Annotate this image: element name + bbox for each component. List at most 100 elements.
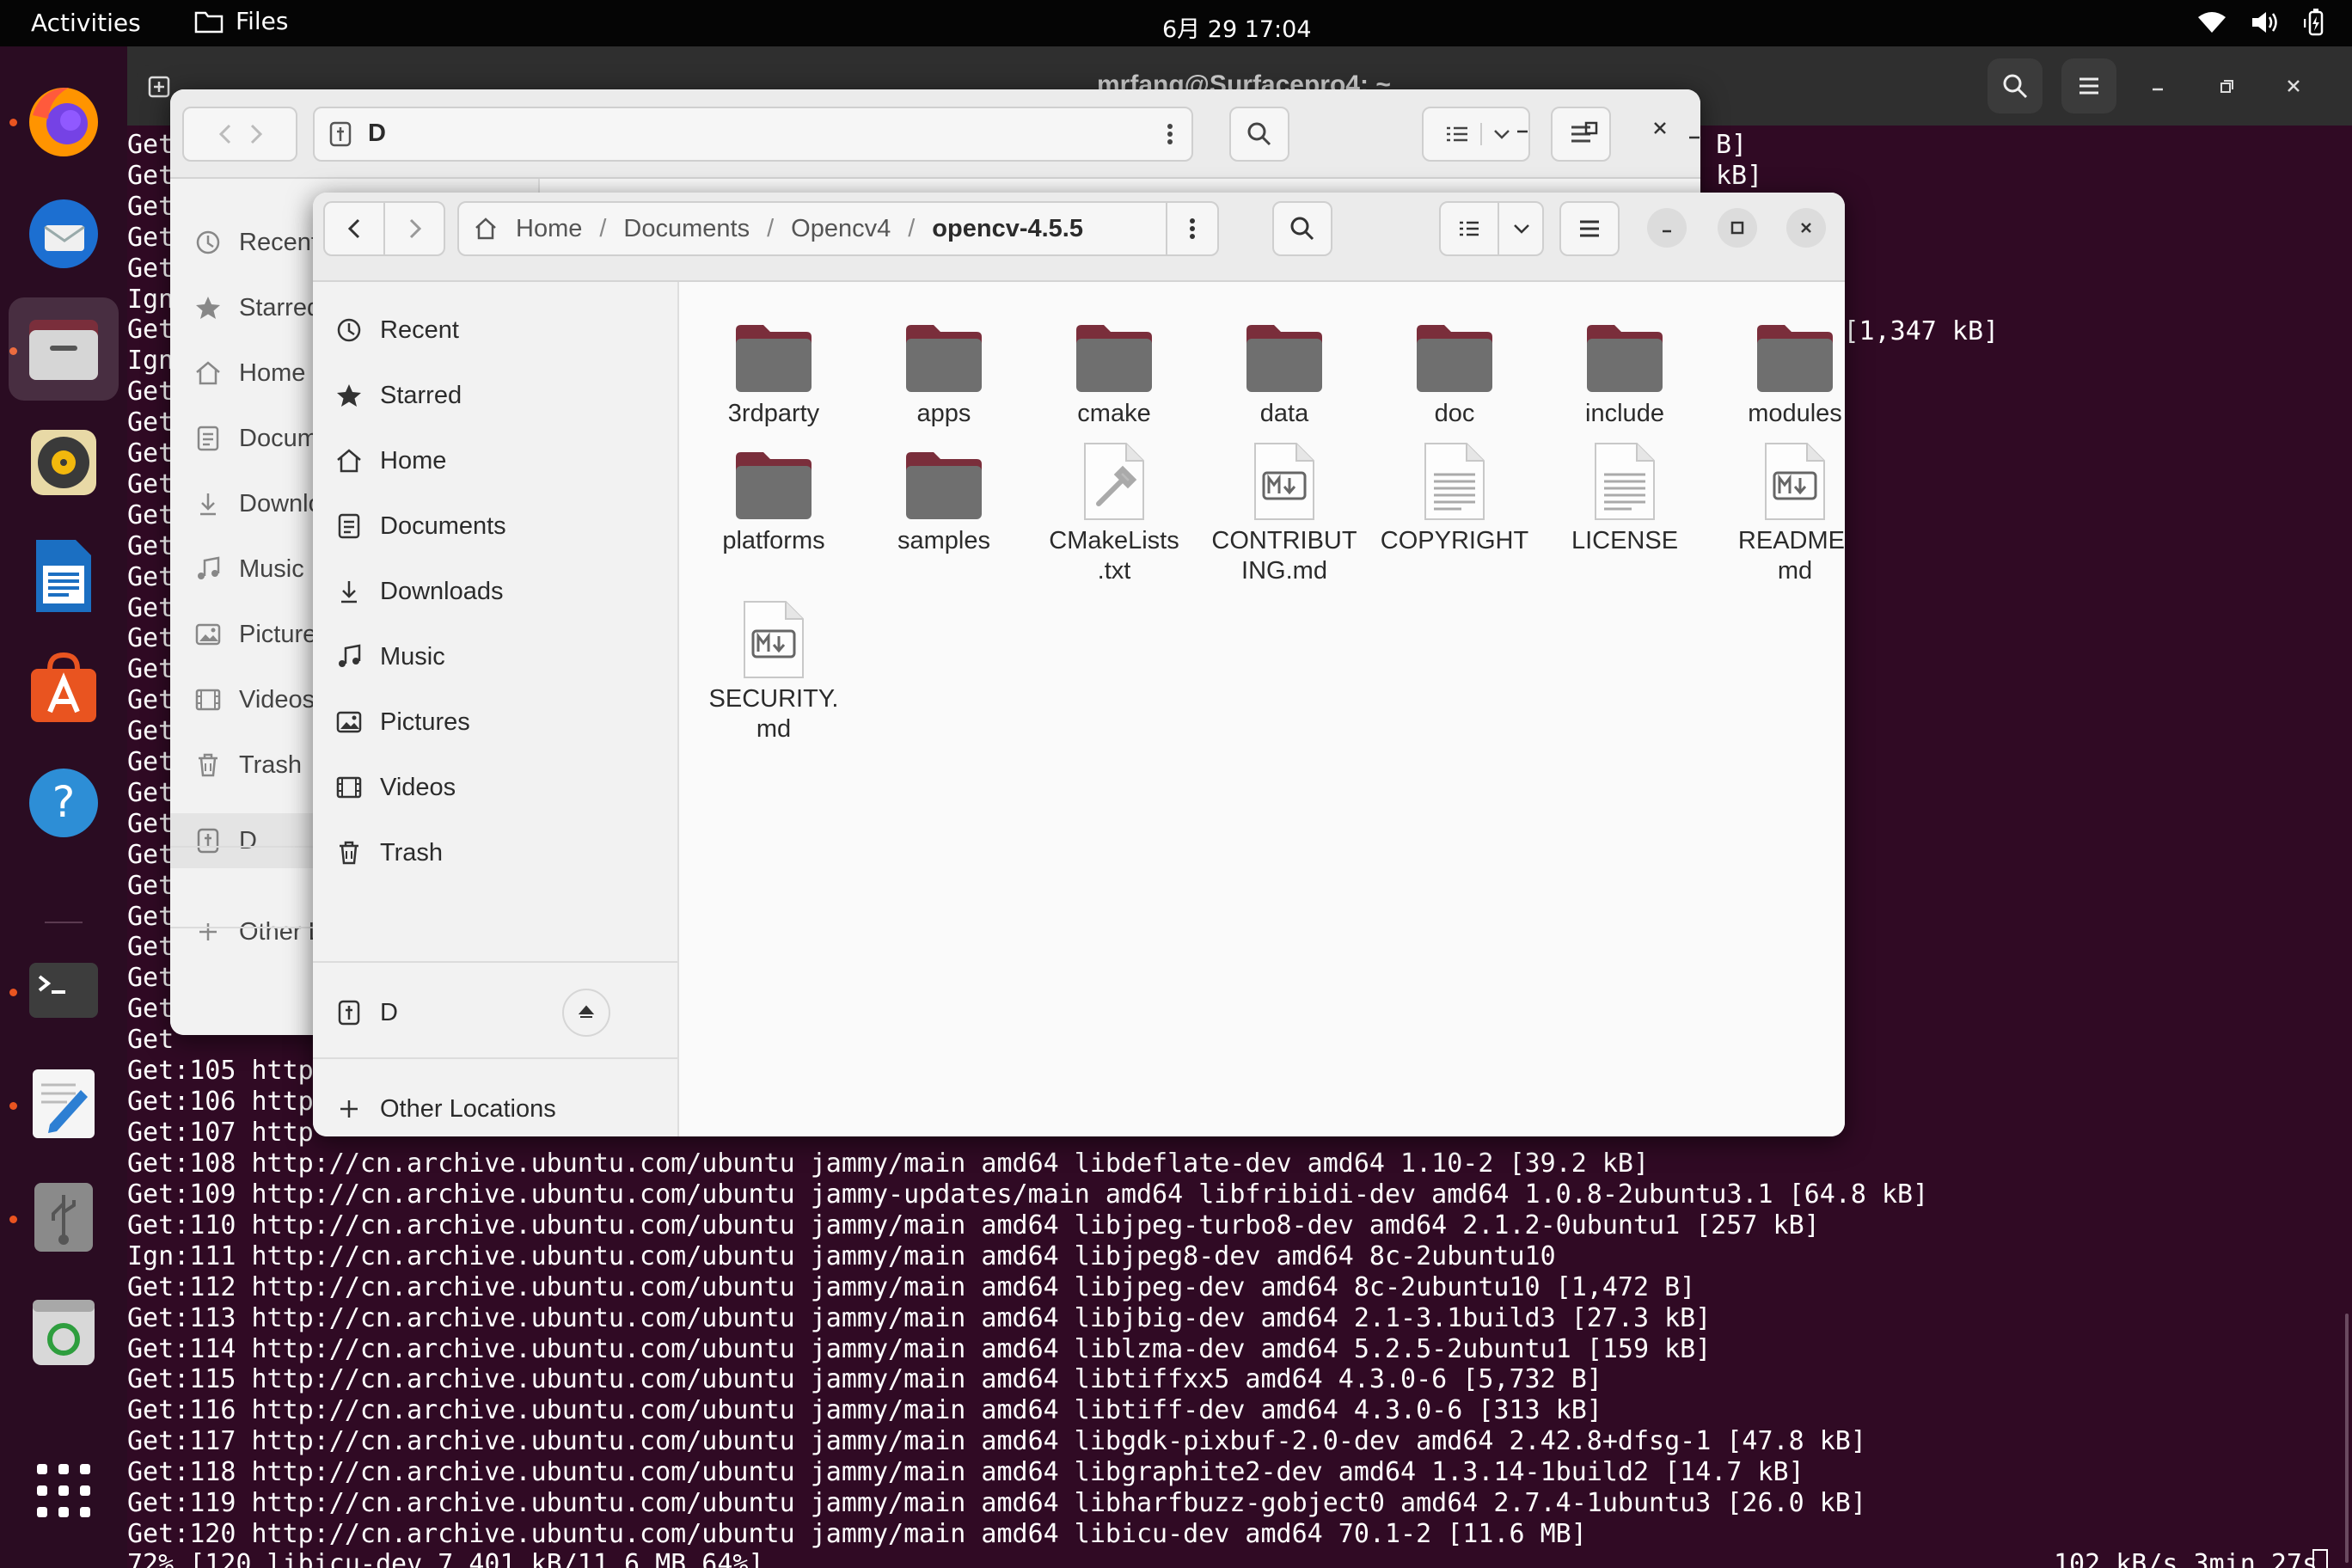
activities-button[interactable]: Activities xyxy=(31,9,141,37)
close-icon xyxy=(1651,119,1669,137)
folder-item-include[interactable]: include xyxy=(1540,309,1709,429)
clock[interactable]: 6月 29 17:04 xyxy=(1162,10,1312,44)
terminal-scrollbar[interactable] xyxy=(2345,1314,2349,1563)
files-window-front[interactable]: Home / Documents / Opencv4 / opencv-4.5.… xyxy=(313,193,1845,1136)
markdown-file-icon xyxy=(1752,437,1838,523)
dock-show-apps[interactable] xyxy=(9,1439,119,1542)
help-icon: ? xyxy=(24,763,103,842)
sidebar-item-music[interactable]: Music xyxy=(313,629,677,684)
terminal-minimize-button[interactable] xyxy=(2141,69,2175,103)
folder-item-apps[interactable]: apps xyxy=(860,309,1028,429)
folder-icon xyxy=(1071,309,1157,395)
back-button[interactable] xyxy=(325,203,385,254)
breadcrumb-documents[interactable]: Documents xyxy=(623,215,750,243)
breadcrumb-opencv4[interactable]: Opencv4 xyxy=(791,215,891,243)
file-item-security-md[interactable]: SECURITY. md xyxy=(689,595,858,744)
close-button[interactable] xyxy=(1786,208,1826,248)
sidebar-item-label: Starred xyxy=(239,293,322,322)
back-minimize-button[interactable] xyxy=(1503,108,1542,148)
dock-thunderbird[interactable] xyxy=(9,182,119,285)
nav-buttons[interactable] xyxy=(323,201,445,256)
text-editor-icon xyxy=(24,1064,103,1143)
back-path-bar[interactable]: D xyxy=(313,107,1193,162)
sidebar-item-starred[interactable]: Starred xyxy=(313,368,677,423)
file-item-copyright[interactable]: COPYRIGHT xyxy=(1370,437,1539,556)
back-maximize-button[interactable] xyxy=(1571,108,1611,148)
new-tab-icon xyxy=(146,74,172,100)
folder-item-modules[interactable]: modules xyxy=(1711,309,1845,429)
sidebar-item-videos[interactable]: Videos xyxy=(313,760,677,815)
dock-rhythmbox[interactable] xyxy=(9,411,119,514)
sidebar-item-other-locations[interactable]: Other Locations xyxy=(313,1081,677,1136)
forward-button[interactable] xyxy=(385,203,445,254)
breadcrumb: Home / Documents / Opencv4 / opencv-4.5.… xyxy=(473,203,1083,254)
folder-item-data[interactable]: data xyxy=(1200,309,1369,429)
view-options-button[interactable] xyxy=(1499,203,1544,254)
dock-help[interactable]: ? xyxy=(9,751,119,854)
thunderbird-icon xyxy=(24,194,103,273)
maximize-icon xyxy=(1583,119,1600,137)
folder-item-samples[interactable]: samples xyxy=(860,437,1028,556)
file-item-license[interactable]: LICENSE xyxy=(1540,437,1709,556)
dock-separator xyxy=(45,922,83,923)
sidebar-item-downloads[interactable]: Downloads xyxy=(313,564,677,619)
search-button[interactable] xyxy=(1272,201,1332,256)
sidebar-item-trash[interactable]: Trash xyxy=(313,825,677,880)
eject-button[interactable] xyxy=(562,989,610,1037)
folder-icon xyxy=(1241,309,1327,395)
maximize-button[interactable] xyxy=(1718,208,1757,248)
sidebar-item-label: Documents xyxy=(380,511,506,540)
path-bar[interactable]: Home / Documents / Opencv4 / opencv-4.5.… xyxy=(457,201,1219,256)
main-menu-button[interactable] xyxy=(1559,201,1620,256)
path-options-button[interactable] xyxy=(1166,203,1217,254)
breadcrumb-current[interactable]: opencv-4.5.5 xyxy=(932,215,1083,243)
back-nav-buttons[interactable] xyxy=(182,107,297,162)
back-close-button[interactable] xyxy=(1640,108,1680,148)
view-toggle[interactable] xyxy=(1439,201,1544,256)
search-icon xyxy=(1289,216,1315,242)
terminal-restore-button[interactable] xyxy=(2209,69,2244,103)
breadcrumb-home[interactable]: Home xyxy=(516,215,582,243)
list-view-button[interactable] xyxy=(1441,203,1499,254)
sidebar-item-label: Videos xyxy=(380,773,456,801)
dock-software[interactable] xyxy=(9,638,119,741)
dock-firefox[interactable] xyxy=(9,69,119,172)
folder-item-doc[interactable]: doc xyxy=(1370,309,1539,429)
sidebar-item-recent[interactable]: Recent xyxy=(313,303,677,358)
usb-drive-icon xyxy=(328,120,352,148)
file-name-label: modules xyxy=(1748,400,1842,427)
terminal-search-button[interactable] xyxy=(1988,58,2043,113)
folder-item-cmake[interactable]: cmake xyxy=(1030,309,1198,429)
sidebar-item-d[interactable]: D xyxy=(313,985,677,1040)
sidebar-item-label: Music xyxy=(239,554,304,583)
terminal-line: Get:120 http://cn.archive.ubuntu.com/ubu… xyxy=(127,1519,1587,1549)
dock-writer[interactable] xyxy=(9,524,119,628)
terminal-line-fragment: kB] xyxy=(1716,161,1763,191)
pictures-icon xyxy=(334,707,364,738)
videos-icon xyxy=(334,772,364,803)
back-search-button[interactable] xyxy=(1229,107,1289,162)
file-item-contributing-md[interactable]: CONTRIBUT ING.md xyxy=(1200,437,1369,586)
sidebar-item-home[interactable]: Home xyxy=(313,433,677,488)
minimize-button[interactable] xyxy=(1647,208,1687,248)
terminal-close-button[interactable] xyxy=(2276,69,2311,103)
more-options-icon[interactable] xyxy=(1166,120,1174,148)
file-name-label: doc xyxy=(1434,400,1475,427)
markdown-file-icon xyxy=(731,595,817,681)
terminal-line: Get:116 http://cn.archive.ubuntu.com/ubu… xyxy=(127,1395,1602,1425)
file-item-cmakelists-txt[interactable]: CMakeLists .txt xyxy=(1030,437,1198,586)
terminal-menu-button[interactable] xyxy=(2061,58,2116,113)
app-menu[interactable]: Files xyxy=(194,7,288,35)
dock-files[interactable] xyxy=(9,297,119,401)
folder-item-3rdparty[interactable]: 3rdparty xyxy=(689,309,858,429)
sidebar-item-documents[interactable]: Documents xyxy=(313,499,677,554)
dock-text-editor[interactable] xyxy=(9,1052,119,1155)
file-item-readme-md[interactable]: README. md xyxy=(1711,437,1845,586)
sidebar-item-pictures[interactable]: Pictures xyxy=(313,695,677,750)
dock-trash[interactable] xyxy=(9,1279,119,1382)
documents-icon xyxy=(193,423,224,454)
dock-usb-drive[interactable] xyxy=(9,1166,119,1269)
folder-item-platforms[interactable]: platforms xyxy=(689,437,858,556)
dock-terminal[interactable] xyxy=(9,939,119,1042)
system-tray[interactable] xyxy=(2197,9,2328,36)
